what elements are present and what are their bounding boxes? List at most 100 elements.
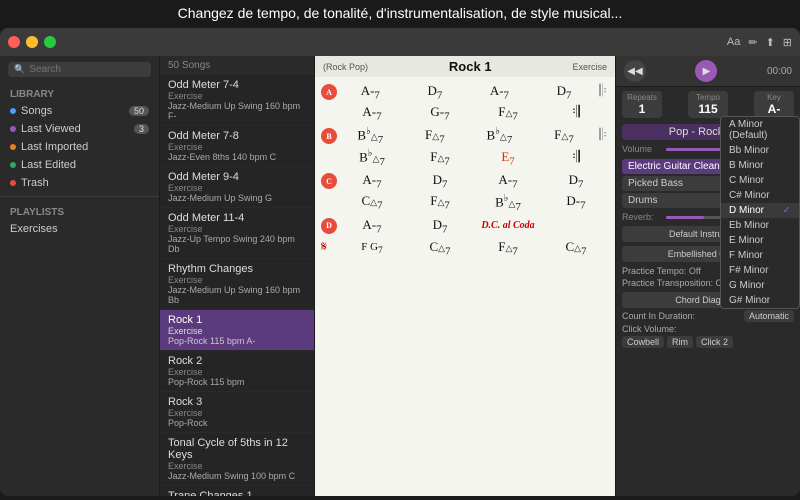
sheet-tag-left: (Rock Pop) — [323, 62, 368, 72]
reverb-label: Reverb: — [622, 212, 662, 222]
key-label: Key — [759, 93, 789, 102]
list-item[interactable]: Tonal Cycle of 5ths in 12 Keys Exercise … — [160, 433, 314, 486]
pencil-icon[interactable]: ✏ — [748, 36, 757, 49]
chord-row-b2: B♭△7 F△7 E7 𝄇 — [321, 148, 609, 168]
list-item[interactable]: Trane Changes 1 Exercise Jazz-Medium Up … — [160, 486, 314, 496]
key-box[interactable]: Key A- — [754, 91, 794, 118]
chord-cell: G-7 — [407, 104, 473, 123]
key-option-a-minor[interactable]: A Minor (Default) — [721, 117, 799, 143]
key-option-e-minor[interactable]: E Minor — [721, 233, 799, 248]
key-option-fsharp-minor[interactable]: F# Minor — [721, 263, 799, 278]
chord-cell: D7 — [533, 83, 596, 102]
cowbell-button[interactable]: Cowbell — [622, 336, 664, 348]
chord-cell: C△7 — [543, 239, 609, 258]
list-item[interactable]: Odd Meter 7-4 Exercise Jazz-Medium Up Sw… — [160, 75, 314, 126]
repeats-box[interactable]: Repeats 1 — [622, 91, 662, 118]
chord-cell: A-7 — [468, 83, 531, 102]
list-item[interactable]: Rhythm Changes Exercise Jazz-Medium Up S… — [160, 259, 314, 310]
chord-cell: C△7 — [407, 239, 473, 258]
chord-cell: F△7 — [475, 104, 541, 123]
tempo-label: Tempo — [693, 93, 723, 102]
list-item[interactable]: Odd Meter 7-8 Exercise Jazz-Even 8ths 14… — [160, 126, 314, 167]
chord-cell: F△7 — [407, 149, 473, 168]
click-volume-row: Click Volume: — [622, 324, 794, 334]
last-edited-dot — [10, 162, 16, 168]
list-item[interactable]: Odd Meter 11-4 Exercise Jazz-Up Tempo Sw… — [160, 208, 314, 259]
volume-label: Volume — [622, 144, 662, 154]
close-button[interactable] — [8, 36, 20, 48]
section-marker-d: D — [321, 218, 337, 234]
songs-dot — [10, 108, 16, 114]
tempo-box[interactable]: Tempo 115 — [688, 91, 728, 118]
songs-label: Songs — [21, 105, 52, 117]
font-icon[interactable]: Aa — [727, 36, 740, 48]
key-option-b-minor[interactable]: B Minor — [721, 158, 799, 173]
chord-cell: A-7 — [339, 172, 405, 191]
sidebar-item-last-viewed[interactable]: Last Viewed 3 — [0, 120, 159, 138]
key-option-d-minor[interactable]: D Minor ✓ — [721, 203, 799, 218]
chord-cell: F G7 — [339, 241, 405, 255]
chord-row-coda: 𝄋 F G7 C△7 F△7 C△7 — [321, 239, 609, 258]
sheet-tag-right: Exercise — [572, 62, 607, 72]
list-item[interactable]: Odd Meter 9-4 Exercise Jazz-Medium Up Sw… — [160, 167, 314, 208]
key-option-eb-minor[interactable]: Eb Minor — [721, 218, 799, 233]
last-edited-label: Last Edited — [21, 159, 76, 171]
search-input[interactable] — [29, 64, 145, 75]
chord-cell: D7 — [543, 172, 609, 191]
key-value: A- — [759, 102, 789, 116]
play-button[interactable]: ▶ — [695, 60, 717, 82]
key-option-c-minor[interactable]: C Minor — [721, 173, 799, 188]
tempo-value: 115 — [693, 102, 723, 116]
sidebar-item-exercises[interactable]: Exercises — [0, 220, 159, 238]
grid-icon[interactable]: ⊞ — [783, 36, 792, 49]
section-marker-c: C — [321, 173, 337, 189]
key-option-gsharp-minor[interactable]: G# Minor — [721, 293, 799, 308]
chord-cell: A-7 — [339, 104, 405, 123]
last-viewed-dot — [10, 126, 16, 132]
chord-cell: C△7 — [339, 193, 405, 212]
click-button[interactable]: Click 2 — [696, 336, 733, 348]
chord-cell: 𝄇 — [543, 104, 609, 122]
last-viewed-label: Last Viewed — [21, 123, 81, 135]
dc-al-coda: D.C. al Coda — [475, 220, 541, 231]
sidebar-item-trash[interactable]: Trash — [0, 174, 159, 192]
count-in-label: Count In Duration: — [622, 311, 695, 321]
minimize-button[interactable] — [26, 36, 38, 48]
chord-cell: D7 — [407, 172, 473, 191]
sidebar-divider — [0, 196, 159, 197]
repeats-label: Repeats — [627, 93, 657, 102]
count-in-value[interactable]: Automatic — [744, 310, 794, 322]
key-option-f-minor[interactable]: F Minor — [721, 248, 799, 263]
app-window: Aa ✏ ⬆ ⊞ 🔍 Library Songs 50 Last Viewed … — [0, 28, 800, 496]
list-item[interactable]: Rock 2 Exercise Pop-Rock 115 bpm — [160, 351, 314, 392]
section-marker-a: A — [321, 84, 337, 100]
chord-cell: F△7 — [533, 127, 596, 146]
transport-bar: ◀◀ ▶ 00:00 — [616, 56, 800, 87]
chord-cell: B♭△7 — [468, 126, 531, 146]
trash-label: Trash — [21, 177, 49, 189]
key-option-g-minor[interactable]: G Minor — [721, 278, 799, 293]
playlists-label: Playlists — [0, 201, 159, 220]
rim-button[interactable]: Rim — [667, 336, 693, 348]
sidebar: 🔍 Library Songs 50 Last Viewed 3 Last Im… — [0, 56, 160, 496]
chord-row-c2: C△7 F△7 B♭△7 D-7 — [321, 193, 609, 213]
sidebar-item-last-imported[interactable]: Last Imported — [0, 138, 159, 156]
rewind-button[interactable]: ◀◀ — [624, 60, 646, 82]
sidebar-item-songs[interactable]: Songs 50 — [0, 102, 159, 120]
maximize-button[interactable] — [44, 36, 56, 48]
chord-row-a: A A-7 D7 A-7 D7 𝄆 — [321, 83, 609, 102]
chord-cell: E7 — [475, 149, 541, 168]
songs-count: 50 — [129, 106, 149, 116]
sidebar-item-last-edited[interactable]: Last Edited — [0, 156, 159, 174]
list-item[interactable]: Rock 3 Exercise Pop-Rock — [160, 392, 314, 433]
key-option-bb-minor[interactable]: Bb Minor — [721, 143, 799, 158]
chord-cell: B♭△7 — [339, 148, 405, 168]
key-option-csharp-minor[interactable]: C# Minor — [721, 188, 799, 203]
list-item-selected[interactable]: Rock 1 Exercise Pop-Rock 115 bpm A- — [160, 310, 314, 351]
reverb-fill — [666, 216, 704, 219]
repeat-bar: 𝄆 — [597, 127, 609, 145]
share-icon[interactable]: ⬆ — [766, 36, 775, 49]
chord-cell: D7 — [407, 217, 473, 236]
search-bar[interactable]: 🔍 — [8, 62, 151, 77]
click-volume-label: Click Volume: — [622, 324, 677, 334]
